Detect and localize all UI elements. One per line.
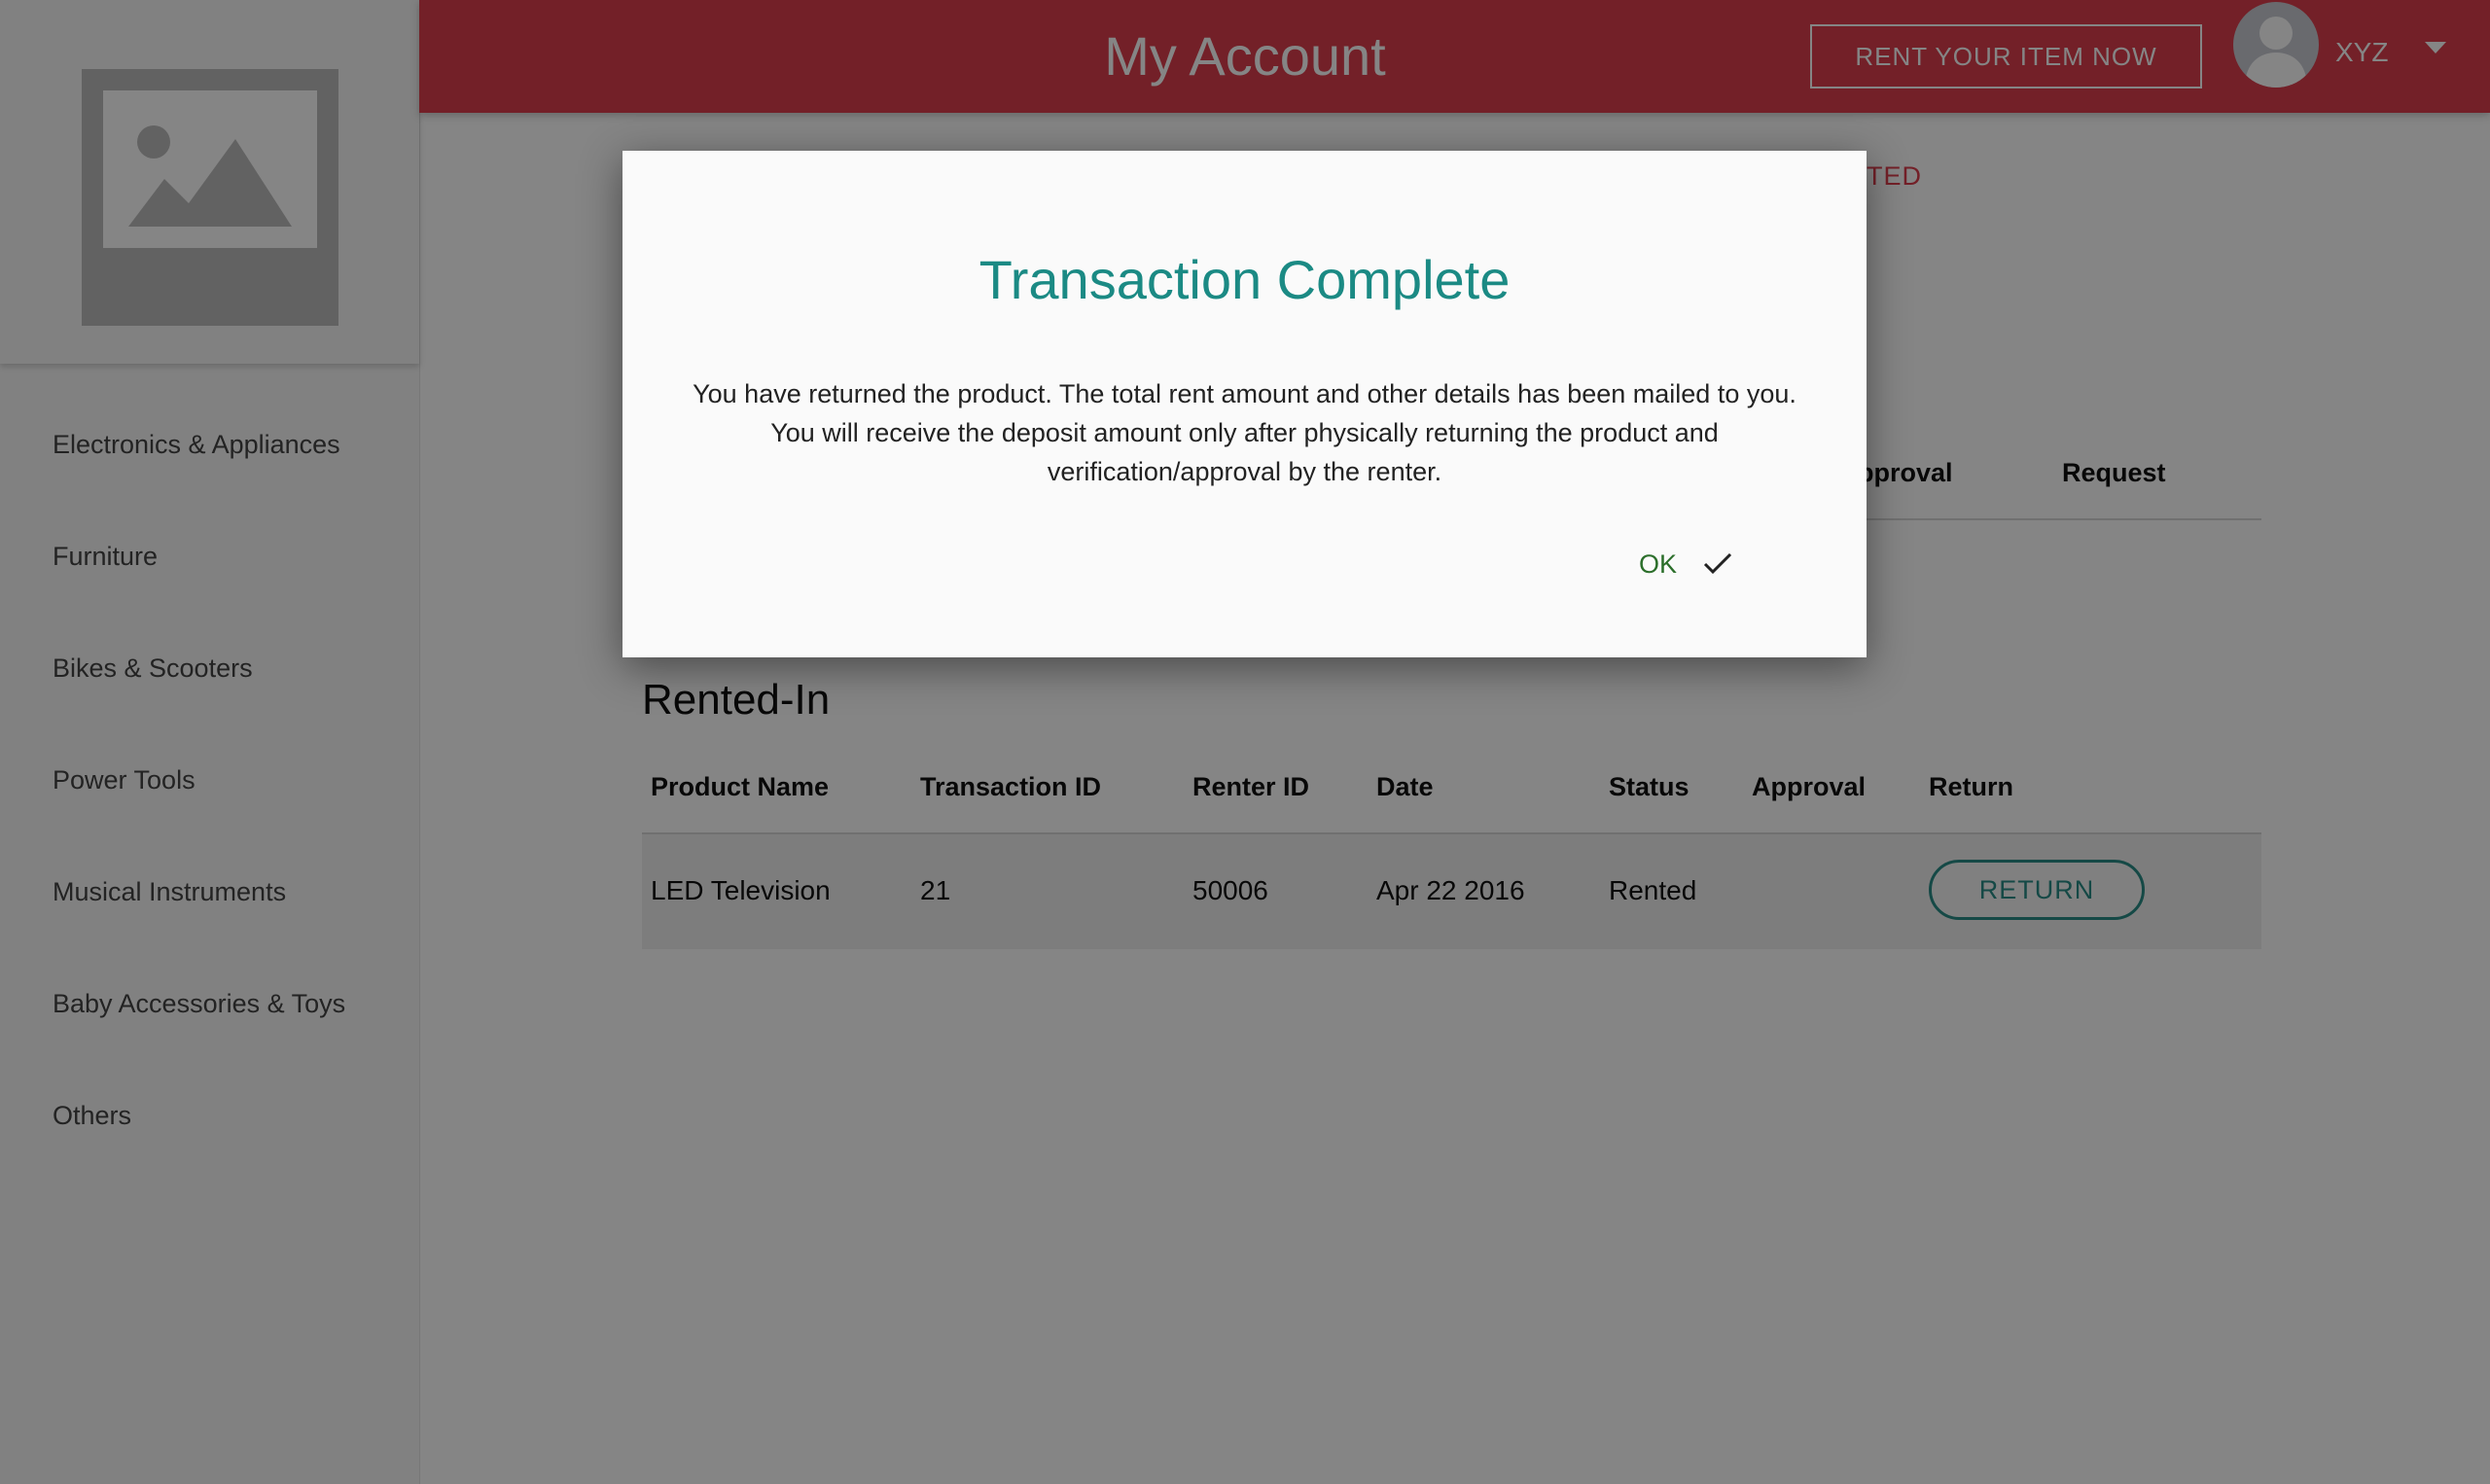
dialog-message-line: You will receive the deposit amount only…: [770, 418, 1719, 447]
dialog-message: You have returned the product. The total…: [681, 374, 1808, 491]
dialog-title: Transaction Complete: [978, 249, 1511, 310]
check-icon: [1703, 552, 1732, 575]
ok-label: OK: [1639, 548, 1678, 579]
dialog-message-line: verification/approval by the renter.: [1047, 457, 1442, 486]
transaction-complete-dialog: Transaction Complete You have returned t…: [622, 151, 1867, 657]
ok-button[interactable]: OK: [1639, 540, 1733, 588]
dialog-message-line: You have returned the product. The total…: [693, 379, 1796, 408]
